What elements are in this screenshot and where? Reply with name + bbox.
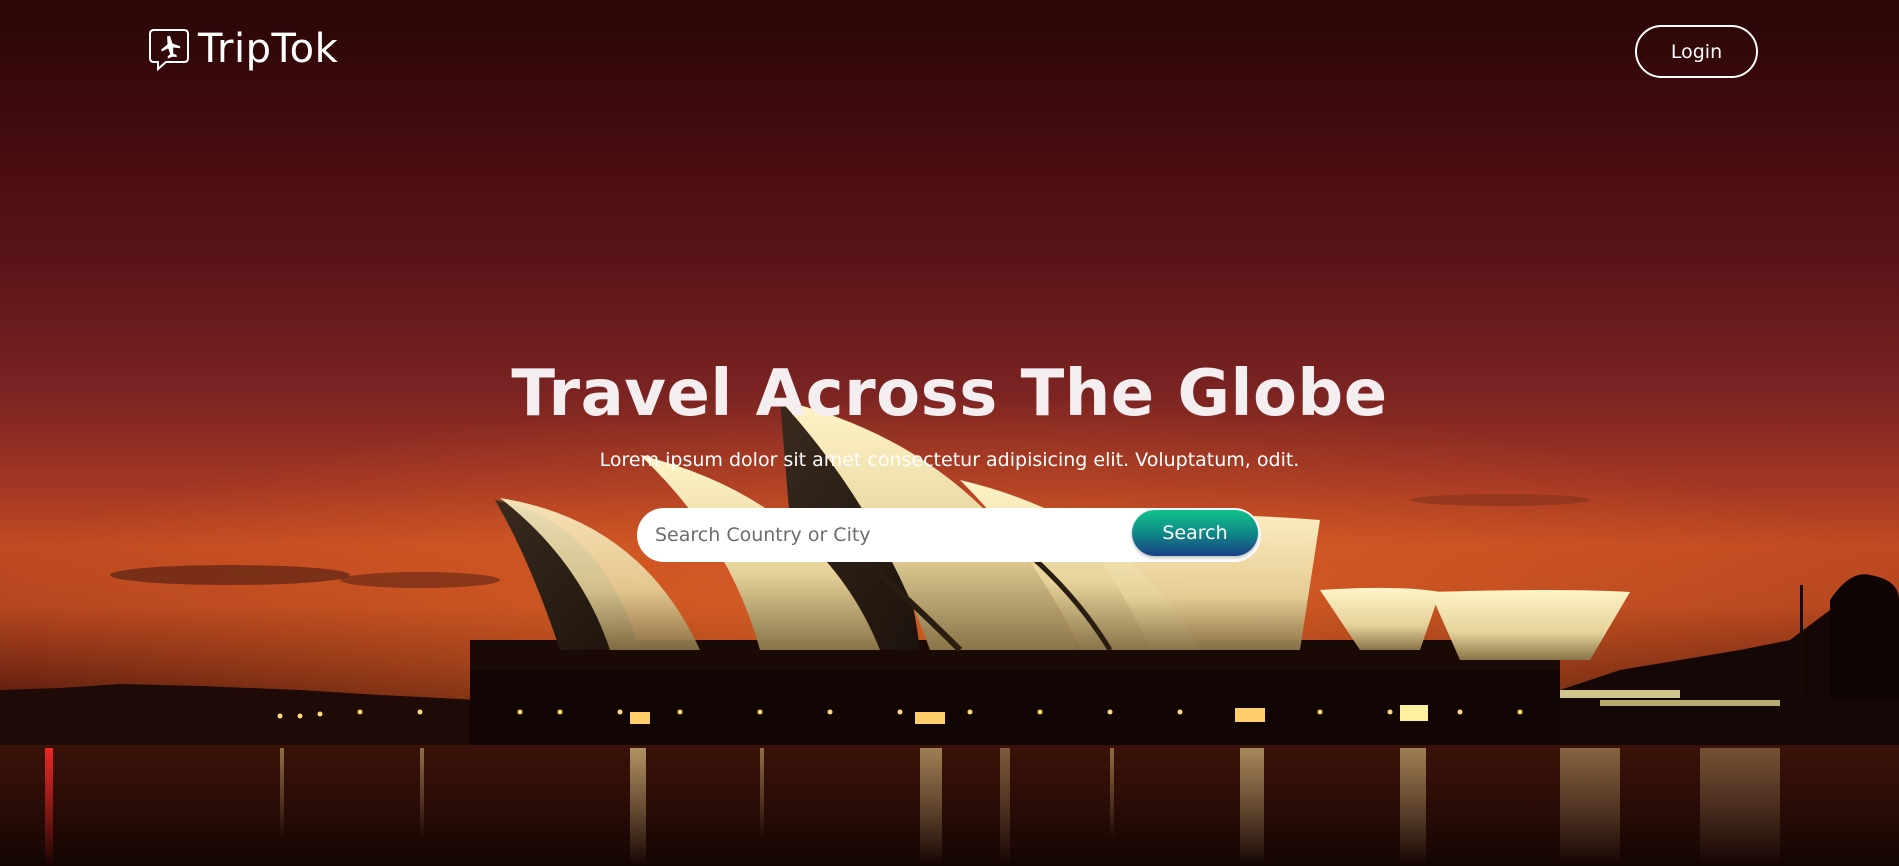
- hero-title: Travel Across The Globe: [511, 357, 1388, 431]
- airplane-chat-icon: [149, 29, 189, 72]
- search-form: Search: [637, 508, 1261, 562]
- navbar: TripTok Login: [0, 0, 1899, 100]
- search-input[interactable]: [643, 512, 1123, 558]
- hero-subtitle: Lorem ipsum dolor sit amet consectetur a…: [599, 449, 1300, 471]
- hero-section: TripTok Login Travel Across The Globe Lo…: [0, 0, 1899, 866]
- hero-content: Travel Across The Globe Lorem ipsum dolo…: [0, 352, 1899, 474]
- brand-name: TripTok: [198, 26, 339, 72]
- login-button[interactable]: Login: [1635, 25, 1758, 78]
- search-button[interactable]: Search: [1132, 510, 1258, 556]
- brand-logo[interactable]: TripTok: [146, 26, 338, 72]
